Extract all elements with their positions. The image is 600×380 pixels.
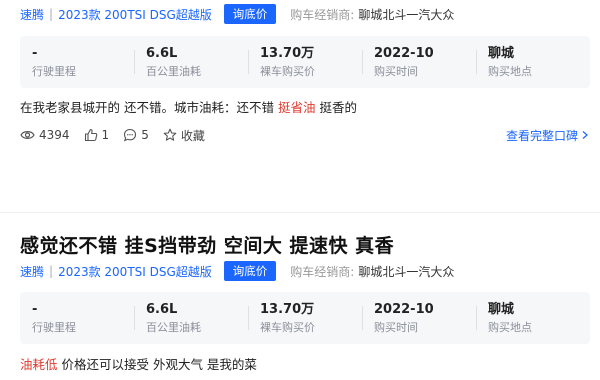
stats-panel: - 行驶里程 6.6L 百公里油耗 13.70万 裸车购买价 2022-10 购…	[20, 36, 590, 88]
review-text: 油耗低 价格还可以接受 外观大气 是我的菜	[20, 354, 257, 373]
stat-value: -	[32, 46, 38, 61]
meta-separator: |	[49, 7, 54, 21]
chevron-right-icon	[582, 131, 588, 139]
series-link[interactable]: 速腾	[20, 6, 44, 23]
review-text: 在我老家县城开的 还不错。城市油耗：还不错 挺省油 挺香的	[20, 97, 357, 116]
favorite-button[interactable]: 收藏	[163, 127, 205, 144]
stat-value: 2022-10	[374, 46, 434, 61]
stat-mileage: - 行驶里程	[20, 36, 134, 88]
comments-value: 5	[141, 128, 149, 142]
stat-label: 购买地点	[488, 321, 532, 334]
stat-value: 13.70万	[260, 46, 315, 61]
stat-label: 购买时间	[374, 321, 418, 334]
stat-purchase-place: 聊城 购买地点	[476, 292, 590, 344]
model-link[interactable]: 2023款 200TSI DSG超越版	[58, 263, 212, 280]
meta-separator: |	[49, 264, 54, 278]
stat-value: 聊城	[488, 302, 515, 317]
dealer-label: 购车经销商:	[290, 264, 355, 279]
dealer-name: 聊城北斗一汽大众	[358, 7, 455, 22]
model-link[interactable]: 2023款 200TSI DSG超越版	[58, 6, 212, 23]
full-review-label: 查看完整口碑	[505, 128, 578, 143]
stat-fuel: 6.6L 百公里油耗	[134, 292, 248, 344]
stat-mileage: - 行驶里程	[20, 292, 134, 344]
review-card: 速腾 | 2023款 200TSI DSG超越版 询底价 购车经销商: 聊城北斗…	[0, 258, 600, 380]
star-icon	[163, 128, 177, 141]
stat-label: 行驶里程	[32, 321, 76, 334]
stat-price: 13.70万 裸车购买价	[248, 36, 362, 88]
thumbs-up-icon	[84, 128, 97, 142]
ask-price-button[interactable]: 询底价	[223, 4, 277, 24]
comment-button[interactable]: 5	[123, 128, 149, 142]
like-button[interactable]: 1	[84, 128, 110, 142]
stat-value: 6.6L	[146, 46, 178, 61]
action-bar: 4394 1 5 收藏 查看完整口碑	[20, 126, 590, 144]
likes-value: 1	[101, 128, 110, 142]
dealer-label: 购车经销商:	[290, 7, 355, 22]
stat-value: 聊城	[488, 46, 515, 61]
review-title[interactable]: 感觉还不错 挂S挡带劲 空间大 提速快 真香	[20, 231, 394, 258]
stat-purchase-time: 2022-10 购买时间	[362, 292, 476, 344]
favorite-label: 收藏	[180, 128, 205, 143]
highlight-tag: 油耗低	[20, 357, 58, 372]
stat-label: 购买地点	[488, 65, 532, 78]
series-link[interactable]: 速腾	[20, 263, 44, 280]
stat-value: 13.70万	[260, 302, 315, 317]
review-meta: 速腾 | 2023款 200TSI DSG超越版 询底价 购车经销商: 聊城北斗…	[20, 3, 454, 25]
full-review-link[interactable]: 查看完整口碑	[506, 127, 590, 144]
stat-value: 6.6L	[146, 302, 178, 317]
stat-price: 13.70万 裸车购买价	[248, 292, 362, 344]
review-text-part: 在我老家县城开的 还不错。城市油耗：还不错	[20, 100, 278, 115]
card-divider	[0, 212, 600, 213]
comment-icon	[124, 128, 137, 142]
stats-panel: - 行驶里程 6.6L 百公里油耗 13.70万 裸车购买价 2022-10 购…	[20, 292, 590, 344]
review-text-part: 挺香的	[315, 100, 357, 115]
stat-label: 裸车购买价	[260, 65, 315, 78]
review-card: 速腾 | 2023款 200TSI DSG超越版 询底价 购车经销商: 聊城北斗…	[0, 0, 600, 160]
stat-label: 百公里油耗	[146, 65, 201, 78]
stat-label: 裸车购买价	[260, 321, 315, 334]
stat-purchase-place: 聊城 购买地点	[476, 36, 590, 88]
views-value: 4394	[39, 128, 70, 142]
stat-label: 行驶里程	[32, 65, 76, 78]
views-count: 4394	[20, 128, 70, 142]
dealer-name: 聊城北斗一汽大众	[358, 264, 455, 279]
stat-value: -	[32, 302, 38, 317]
highlight-tag: 挺省油	[277, 100, 316, 115]
stat-label: 百公里油耗	[146, 321, 201, 334]
review-text-part: 价格还可以接受 外观大气 是我的菜	[57, 357, 257, 372]
stat-value: 2022-10	[374, 302, 434, 317]
stat-purchase-time: 2022-10 购买时间	[362, 36, 476, 88]
review-meta: 速腾 | 2023款 200TSI DSG超越版 询底价 购车经销商: 聊城北斗…	[20, 260, 454, 282]
stat-label: 购买时间	[374, 65, 418, 78]
stat-fuel: 6.6L 百公里油耗	[134, 36, 248, 88]
ask-price-button[interactable]: 询底价	[223, 261, 277, 281]
eye-icon	[20, 131, 35, 139]
